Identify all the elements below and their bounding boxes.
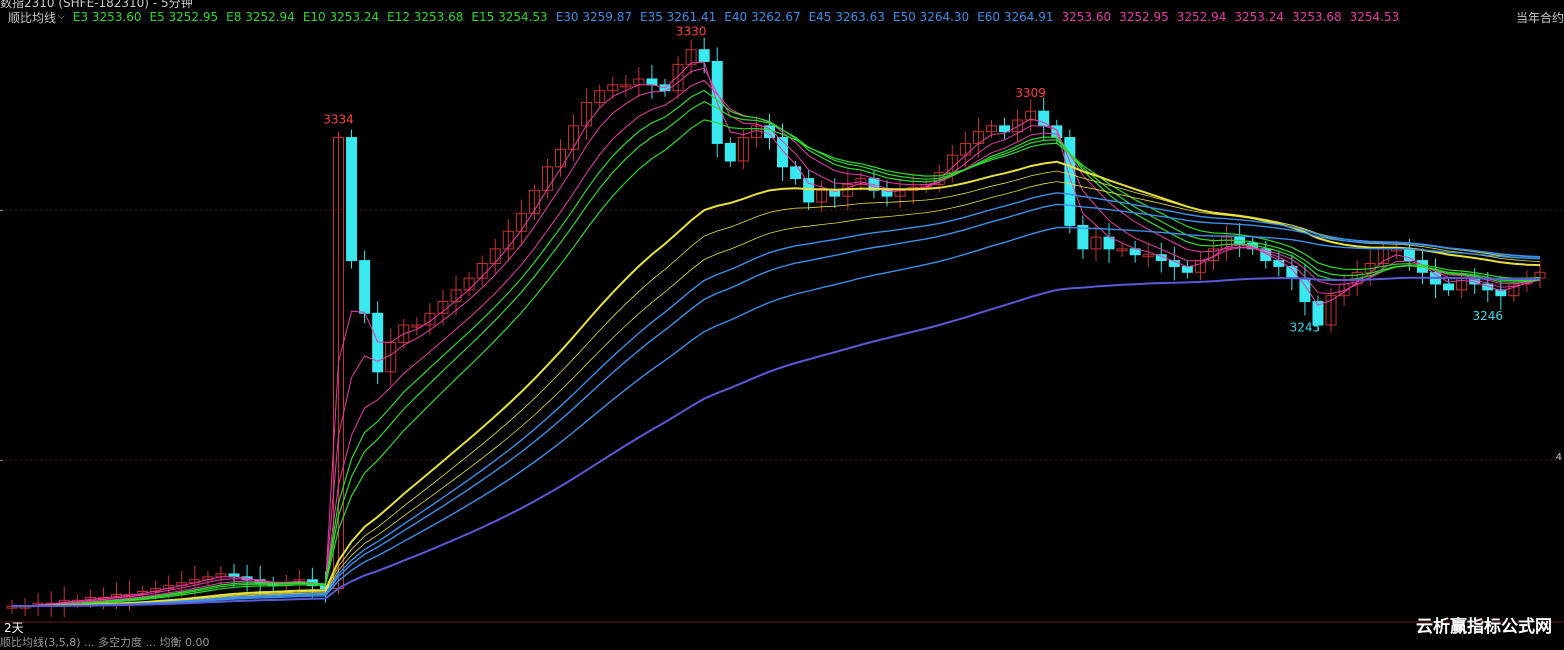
candle-body xyxy=(1403,248,1415,262)
legend-item: E35 3261.41 xyxy=(640,10,717,24)
legend-item: 3254.53 xyxy=(1349,10,1400,24)
yellow-ema-line xyxy=(12,160,1541,608)
green-ema-line xyxy=(12,101,1541,607)
indicator-selector[interactable]: 顺比均线 ⌵ xyxy=(0,9,65,26)
legend-item: 3252.95 xyxy=(1119,10,1169,24)
candle-body xyxy=(359,260,371,314)
legend-item: E40 3262.67 xyxy=(724,10,801,24)
legend-item: E15 3254.53 xyxy=(471,10,548,24)
candle-body xyxy=(1286,265,1298,279)
axis-tick xyxy=(0,460,3,461)
watermark: 云析赢指标公式网 xyxy=(1416,617,1552,637)
legend-item: E45 3263.63 xyxy=(808,10,885,24)
price-annotation: 3245 xyxy=(1290,321,1321,335)
indicator-legend: 顺比均线 ⌵ E3 3253.60 E5 3252.95 E8 3252.94 E10… xyxy=(0,9,1399,25)
legend-item: 3252.94 xyxy=(1176,10,1227,24)
legend-item: 3253.60 xyxy=(1061,10,1112,24)
legend-item: E5 3252.95 xyxy=(149,10,219,24)
candle-body xyxy=(790,166,802,180)
legend-item: E60 3264.91 xyxy=(977,10,1054,24)
chevron-down-icon[interactable]: ⌵ xyxy=(58,12,65,22)
top-bar: 数指2310 (SHFE-182310) - 5分钟 顺比均线 ⌵ E3 325… xyxy=(0,0,1564,28)
contract-label: 当年合约 xyxy=(1515,11,1564,25)
candle-body xyxy=(646,78,658,86)
right-edge-label: 4 xyxy=(1555,452,1562,463)
price-annotation: 3246 xyxy=(1472,309,1503,323)
legend-item: E3 3253.60 xyxy=(72,10,142,24)
green-ema-line xyxy=(12,89,1541,607)
candle-body xyxy=(1038,110,1050,127)
price-annotation: 3309 xyxy=(1015,86,1046,100)
legend-item: 3253.24 xyxy=(1234,10,1284,24)
legend-items: E3 3253.60 E5 3252.95 E8 3252.94 E10 3253.2… xyxy=(73,10,1399,24)
legend-item: E12 3253.68 xyxy=(387,10,464,24)
candle-body xyxy=(698,49,710,62)
candle-body xyxy=(1273,260,1285,267)
legend-item: E50 3264.30 xyxy=(892,10,970,24)
yellow-ema-line xyxy=(12,181,1541,607)
legend-item: E10 3253.24 xyxy=(302,10,380,24)
pink-ema-line xyxy=(12,79,1541,607)
sub-indicator-bar: 顺比均线(3,5,8) ... 多空力度 ... 均衡 0.00 xyxy=(0,636,210,649)
candlestick-chart[interactable]: 33343330330932453246 xyxy=(0,0,1564,640)
blue-ema-line xyxy=(12,192,1541,607)
legend-item: 3253.68 xyxy=(1291,10,1342,24)
legend-item: E30 3259.87 xyxy=(555,10,632,24)
pink-ema-line xyxy=(12,67,1541,607)
candle-body xyxy=(999,125,1011,133)
candle-body xyxy=(346,137,358,262)
legend-item: E8 3252.94 xyxy=(226,10,295,24)
candle-body xyxy=(803,178,815,203)
candle-body xyxy=(1443,283,1455,291)
candle-body xyxy=(724,142,736,162)
green-ema-line xyxy=(12,119,1541,607)
indicator-name: 顺比均线 xyxy=(8,10,57,25)
price-annotation: 3334 xyxy=(323,113,354,127)
yellow-ema-line xyxy=(12,170,1541,607)
axis-tick xyxy=(0,210,3,211)
